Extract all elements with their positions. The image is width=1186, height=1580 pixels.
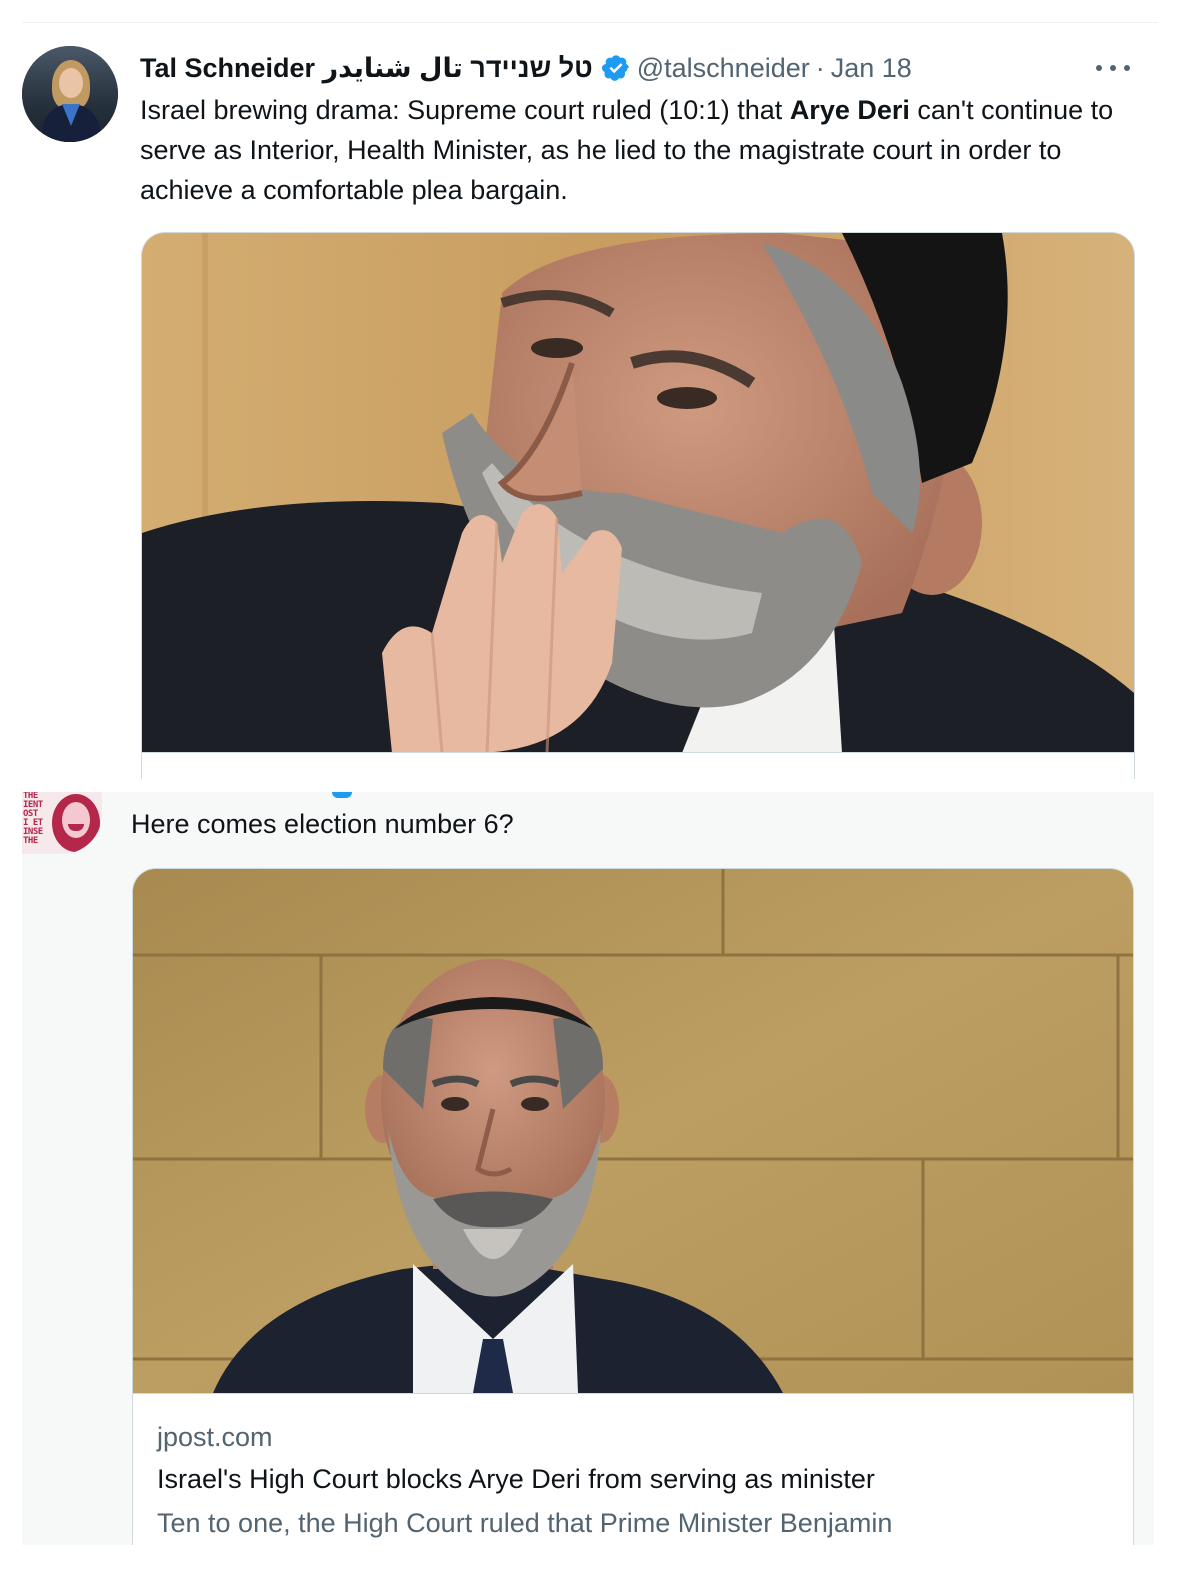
- tweet-header: Tal Schneider טל שניידר تال شنايدر @tals…: [140, 50, 1146, 86]
- avatar-logo-text: THE IENT OST I ET INSE THE: [23, 792, 43, 846]
- link-card-image[interactable]: [133, 869, 1133, 1394]
- link-title: Israel's High Court blocks Arye Deri fro…: [157, 1464, 875, 1494]
- tweet-timestamp[interactable]: Jan 18: [831, 53, 912, 84]
- link-card[interactable]: jpost.com Israel's High Court blocks Ary…: [132, 868, 1134, 1545]
- verified-badge-icon: [601, 53, 631, 83]
- tweet-1-photo[interactable]: [141, 232, 1135, 753]
- tweet-text-bold: Arye Deri: [789, 95, 910, 125]
- author-handle[interactable]: @talschneider: [637, 53, 810, 84]
- link-card-info[interactable]: jpost.com Israel's High Court blocks Ary…: [157, 1417, 1109, 1545]
- header-separator: ·: [815, 52, 825, 83]
- tweet-text: Israel brewing drama: Supreme court rule…: [140, 90, 1140, 210]
- tweet-1-card-footer: [141, 752, 1135, 779]
- tweet-text: Here comes election number 6?: [131, 809, 514, 839]
- link-domain: jpost.com: [157, 1422, 273, 1452]
- author-name[interactable]: Tal Schneider טל שניידר تال شنايدر: [140, 53, 593, 84]
- author-avatar[interactable]: [22, 46, 118, 142]
- author-avatar[interactable]: THE IENT OST I ET INSE THE: [22, 792, 102, 854]
- tweet-1[interactable]: Tal Schneider טל שניידר تال شنايدر @tals…: [0, 0, 1186, 779]
- tweet-2[interactable]: THE IENT OST I ET INSE THE Here comes el…: [22, 792, 1154, 1545]
- more-options-icon[interactable]: [1096, 56, 1130, 80]
- tweet-text-part: Israel brewing drama: Supreme court rule…: [140, 95, 790, 125]
- link-description: Ten to one, the High Court ruled that Pr…: [157, 1508, 893, 1538]
- verified-badge-icon: [332, 792, 352, 798]
